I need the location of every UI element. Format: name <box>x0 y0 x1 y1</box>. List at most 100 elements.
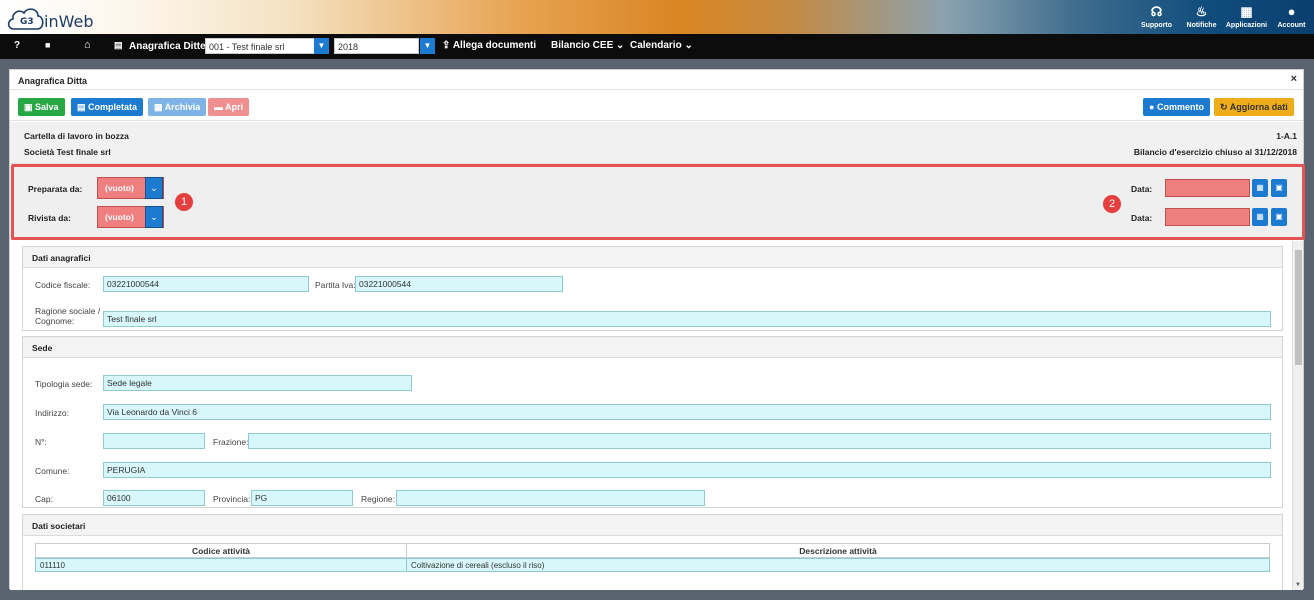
scroll-down-icon[interactable]: ▼ <box>1295 582 1301 588</box>
indirizzo-input[interactable]: Via Leonardo da Vinci 6 <box>103 404 1271 420</box>
logo-badge: G3 <box>20 17 34 27</box>
section-title: Dati societari <box>23 515 1282 536</box>
company-name: Società Test finale srl <box>24 147 111 157</box>
action-toolbar: ▣ Salva ▤ Completata ▦ Archivia ▬ Apri ●… <box>10 91 1303 121</box>
frazione-label: Frazione: <box>213 437 249 447</box>
attach-label: Allega documenti <box>452 40 537 51</box>
grid-icon: ▦ <box>1240 4 1253 19</box>
upload-icon: ⇪ <box>442 40 451 51</box>
building-icon: ▤ <box>114 40 123 50</box>
workbook-code: 1-A.1 <box>1276 131 1297 141</box>
year-select[interactable]: 2018 <box>334 38 419 54</box>
help-button[interactable]: ? <box>14 40 20 51</box>
provincia-input[interactable]: PG <box>251 490 353 506</box>
home-icon[interactable]: ⌂ <box>84 39 91 51</box>
vertical-scrollbar[interactable]: ▼ <box>1292 241 1303 590</box>
company-chevron-down-icon[interactable]: ▼ <box>314 38 329 54</box>
codice-attivita-header: Codice attività <box>35 543 407 558</box>
provincia-label: Provincia: <box>213 494 251 504</box>
close-icon[interactable]: × <box>1291 73 1297 85</box>
open-button[interactable]: ▬ Apri <box>208 98 250 116</box>
ragione-sociale-input[interactable]: Test finale srl <box>103 311 1271 327</box>
refresh-data-button[interactable]: ↻ Aggiorna dati <box>1214 98 1294 116</box>
ragione-label: Ragione sociale / Cognome: <box>35 306 101 326</box>
applications-button[interactable]: ▦ Applicazioni <box>1224 0 1269 34</box>
archive-icon: ▦ <box>154 102 163 112</box>
indirizzo-label: Indirizzo: <box>35 408 70 418</box>
save-button[interactable]: ▣ Salva <box>18 98 65 116</box>
account-icon: ● <box>1287 4 1296 19</box>
account-button[interactable]: ● Account <box>1269 0 1314 34</box>
section-title: Anagrafica Ditte <box>129 41 206 52</box>
applications-label: Applicazioni <box>1225 22 1268 29</box>
video-icon[interactable]: ■ <box>45 40 50 50</box>
support-button[interactable]: ☊ Supporto <box>1134 0 1179 34</box>
regione-input[interactable] <box>396 490 705 506</box>
comment-icon: ● <box>1149 102 1155 112</box>
archive-button[interactable]: ▦ Archivia <box>148 98 207 116</box>
section-title: Dati anagrafici <box>23 247 1282 268</box>
headset-icon: ☊ <box>1150 4 1163 19</box>
anagrafica-panel: Anagrafica Ditta × ▣ Salva ▤ Completata … <box>9 69 1305 590</box>
company-select[interactable]: 001 - Test finale srl <box>205 38 315 54</box>
completed-label: Completata <box>88 102 138 112</box>
top-header: G3 inWeb ☊ Supporto ♨ Notifiche ▦ Applic… <box>0 0 1314 34</box>
section-title: Sede <box>23 337 1282 358</box>
account-label: Account <box>1277 22 1306 29</box>
archive-label: Archivia <box>164 102 201 112</box>
year-chevron-down-icon[interactable]: ▼ <box>420 38 435 54</box>
comment-label: Commento <box>1156 102 1204 112</box>
support-label: Supporto <box>1140 22 1173 29</box>
calendario-menu[interactable]: Calendario ⌄ <box>630 40 693 51</box>
sede-section: Sede Tipologia sede: Sede legale Indiriz… <box>22 336 1283 508</box>
folder-icon: ▬ <box>214 102 223 112</box>
numero-label: N°: <box>35 437 47 447</box>
dati-anagrafici-section: Dati anagrafici Codice fiscale: 03221000… <box>22 246 1283 331</box>
chevron-down-icon: ⌄ <box>616 40 625 51</box>
tipologia-sede-input[interactable]: Sede legale <box>103 375 412 391</box>
table-row-codice[interactable]: 011110 <box>35 558 407 572</box>
frazione-input[interactable] <box>248 433 1271 449</box>
numero-input[interactable] <box>103 433 205 449</box>
regione-label: Regione: <box>361 494 396 504</box>
clipboard-icon: ▤ <box>77 102 86 112</box>
tipologia-label: Tipologia sede: <box>35 379 93 389</box>
notifications-button[interactable]: ♨ Notifiche <box>1179 0 1224 34</box>
panel-title: Anagrafica Ditta <box>10 70 1303 90</box>
highlight-box <box>11 164 1305 240</box>
save-label: Salva <box>35 102 59 112</box>
top-toolbar: ☊ Supporto ♨ Notifiche ▦ Applicazioni ● … <box>1134 0 1314 34</box>
dati-societari-section: Dati societari Codice attività Descrizio… <box>22 514 1283 590</box>
bell-icon: ♨ <box>1195 4 1208 19</box>
save-icon: ▣ <box>24 102 33 112</box>
notifications-label: Notifiche <box>1186 22 1217 29</box>
form-scroll-area: Dati anagrafici Codice fiscale: 03221000… <box>10 241 1293 590</box>
attach-documents-link[interactable]: ⇪ Allega documenti <box>442 40 536 51</box>
completed-button[interactable]: ▤ Completata <box>71 98 144 116</box>
partita-iva-input[interactable]: 03221000544 <box>355 276 563 292</box>
main-area: Anagrafica Ditta × ▣ Salva ▤ Completata … <box>0 59 1314 600</box>
app-logo[interactable]: G3 inWeb <box>6 3 116 31</box>
scrollbar-thumb[interactable] <box>1295 250 1302 365</box>
cap-input[interactable]: 06100 <box>103 490 205 506</box>
piva-label: Partita Iva: <box>315 280 356 290</box>
cf-label: Codice fiscale: <box>35 280 91 290</box>
chevron-down-icon: ⌄ <box>684 40 693 51</box>
cap-label: Cap: <box>35 494 53 504</box>
logo-text: inWeb <box>44 12 94 31</box>
fiscal-year-label: Bilancio d'esercizio chiuso al 31/12/201… <box>1133 147 1297 157</box>
refresh-label: Aggiorna dati <box>1229 102 1288 112</box>
comune-input[interactable]: PERUGIA <box>103 462 1271 478</box>
bilancio-label: Bilancio CEE <box>551 40 614 51</box>
codice-fiscale-input[interactable]: 03221000544 <box>103 276 309 292</box>
workbook-status: Cartella di lavoro in bozza <box>24 131 129 141</box>
calendario-label: Calendario <box>630 40 682 51</box>
refresh-icon: ↻ <box>1220 102 1228 112</box>
comment-button[interactable]: ● Commento <box>1143 98 1210 116</box>
table-row-descrizione[interactable]: Coltivazione di cereali (escluso il riso… <box>406 558 1270 572</box>
workbook-info: Cartella di lavoro in bozza Società Test… <box>10 122 1303 164</box>
descrizione-attivita-header: Descrizione attività <box>406 543 1270 558</box>
cloud-logo-icon: G3 <box>7 8 44 30</box>
open-label: Apri <box>225 102 244 112</box>
bilancio-menu[interactable]: Bilancio CEE ⌄ <box>551 40 624 51</box>
